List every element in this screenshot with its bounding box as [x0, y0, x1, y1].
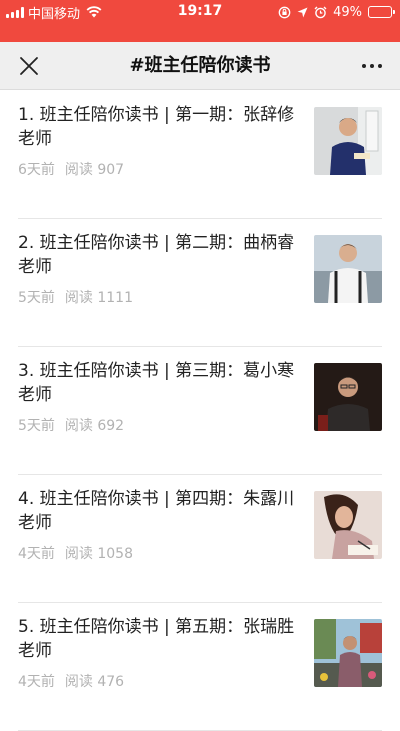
article-date: 6天前 [18, 162, 55, 178]
article-meta: 5天前 阅读 1111 [18, 287, 133, 307]
article-date: 5天前 [18, 418, 55, 434]
article-thumbnail [314, 619, 382, 687]
article-list: 1. 班主任陪你读书 | 第一期：张辞修老师 6天前 阅读 907 2. 班主任陪… [0, 91, 400, 731]
list-item[interactable]: 4. 班主任陪你读书 | 第四期：朱露川老师 4天前 阅读 1058 [18, 475, 382, 603]
article-reads: 阅读 907 [64, 162, 125, 178]
alarm-icon [314, 6, 327, 18]
article-reads: 阅读 692 [64, 418, 125, 434]
article-thumbnail [314, 363, 382, 431]
article-thumbnail [314, 235, 382, 303]
article-reads: 阅读 476 [64, 674, 125, 690]
battery-percent: 49% [333, 4, 362, 20]
list-item[interactable]: 3. 班主任陪你读书 | 第三期：葛小寒老师 5天前 阅读 692 [18, 347, 382, 475]
status-bar: 中国移动 19:17 49% [0, 0, 400, 42]
more-icon[interactable] [362, 64, 382, 68]
article-title: 3. 班主任陪你读书 | 第三期：葛小寒老师 [18, 361, 295, 405]
article-date: 4天前 [18, 674, 55, 690]
article-meta: 5天前 阅读 692 [18, 415, 124, 435]
article-thumbnail [314, 491, 382, 559]
nav-bar: #班主任陪你读书 [0, 42, 400, 90]
article-thumbnail [314, 107, 382, 175]
article-title: 5. 班主任陪你读书 | 第五期：张瑞胜老师 [18, 617, 295, 661]
article-title: 1. 班主任陪你读书 | 第一期：张辞修老师 [18, 105, 295, 149]
article-meta: 4天前 阅读 1058 [18, 543, 133, 563]
article-title: 2. 班主任陪你读书 | 第二期：曲柄睿老师 [18, 233, 295, 277]
list-item[interactable]: 1. 班主任陪你读书 | 第一期：张辞修老师 6天前 阅读 907 [18, 91, 382, 219]
article-title: 4. 班主任陪你读书 | 第四期：朱露川老师 [18, 489, 295, 533]
article-date: 5天前 [18, 290, 55, 306]
close-icon[interactable] [18, 55, 40, 77]
article-meta: 4天前 阅读 476 [18, 671, 124, 691]
article-reads: 阅读 1058 [64, 546, 134, 562]
battery-icon [368, 6, 395, 18]
article-meta: 6天前 阅读 907 [18, 159, 124, 179]
list-item[interactable]: 2. 班主任陪你读书 | 第二期：曲柄睿老师 5天前 阅读 1111 [18, 219, 382, 347]
list-item[interactable]: 5. 班主任陪你读书 | 第五期：张瑞胜老师 4天前 阅读 476 [18, 603, 382, 731]
orientation-lock-icon [278, 6, 291, 18]
page-title: #班主任陪你读书 [129, 55, 271, 76]
location-icon [297, 7, 308, 17]
article-reads: 阅读 1111 [64, 290, 134, 306]
article-date: 4天前 [18, 546, 55, 562]
status-right: 49% [278, 3, 395, 21]
